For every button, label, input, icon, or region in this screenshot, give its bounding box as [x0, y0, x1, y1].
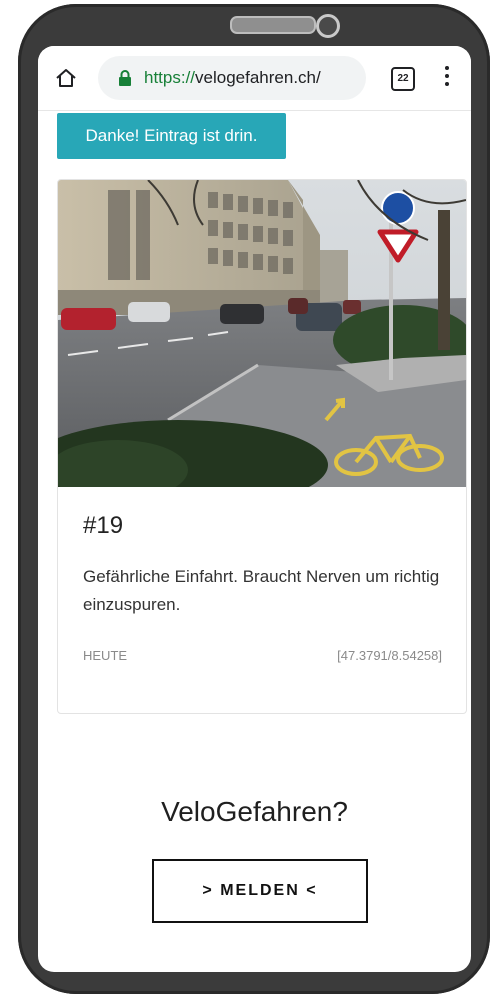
entry-number: #19 — [83, 512, 124, 539]
cta-heading: VeloGefahren? — [161, 796, 348, 827]
entry-description: Gefährliche Einfahrt. Braucht Nerven um … — [83, 567, 440, 614]
lock-icon — [118, 69, 132, 87]
entry-photo — [58, 180, 466, 487]
phone-screen: https://velogefahren.ch/ 22 Danke! Eintr… — [38, 46, 471, 972]
url-scheme: https:// — [144, 68, 196, 87]
url-host: velogefahren.ch/ — [195, 68, 321, 87]
success-toast: Danke! Eintrag ist drin. — [57, 113, 286, 159]
phone-camera — [316, 14, 340, 38]
address-bar[interactable]: https://velogefahren.ch/ — [98, 56, 366, 100]
browser-toolbar: https://velogefahren.ch/ 22 — [38, 46, 471, 111]
report-button[interactable]: > MELDEN < — [152, 859, 368, 923]
entry-date: HEUTE — [83, 648, 128, 663]
url-text: https://velogefahren.ch/ — [144, 68, 359, 88]
more-vert-icon[interactable] — [442, 66, 452, 90]
phone-speaker — [230, 16, 316, 34]
entry-card[interactable]: #19 Gefährliche Einfahrt. Braucht Nerven… — [57, 179, 467, 714]
entry-coordinates: [47.3791/8.54258] — [337, 648, 442, 663]
home-icon[interactable] — [54, 66, 78, 90]
tab-switcher-icon[interactable]: 22 — [391, 67, 415, 91]
